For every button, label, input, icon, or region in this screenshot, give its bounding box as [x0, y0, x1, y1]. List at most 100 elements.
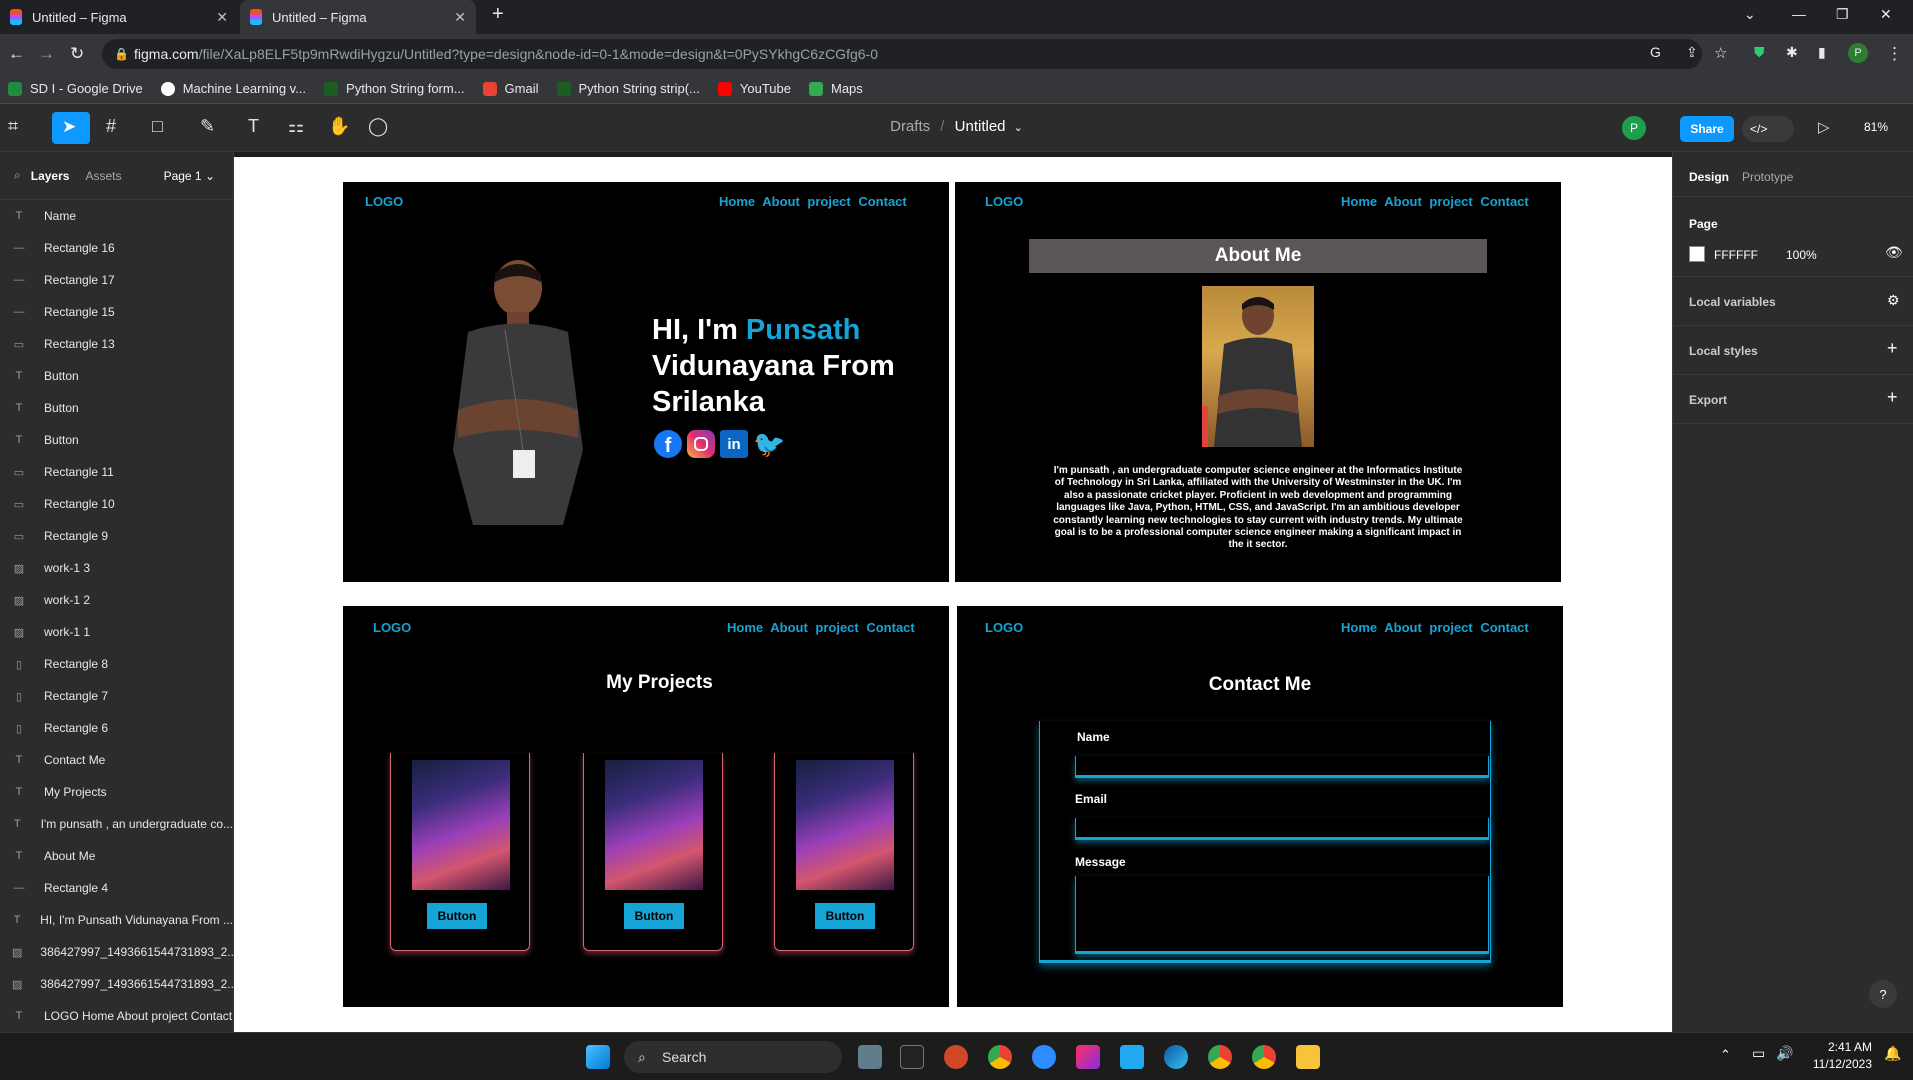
bookmark-item[interactable]: Gmail: [482, 81, 539, 96]
close-icon[interactable]: ✕: [454, 9, 466, 26]
minimize-icon[interactable]: —: [1792, 6, 1806, 22]
sidepanel-icon[interactable]: ▮: [1818, 44, 1826, 61]
help-button[interactable]: ?: [1869, 980, 1897, 1008]
breadcrumb-drafts[interactable]: Drafts: [890, 118, 930, 135]
user-avatar[interactable]: P: [1622, 116, 1646, 140]
layer-item[interactable]: ▭ Rectangle 9: [0, 520, 233, 552]
project-card[interactable]: Button: [774, 753, 914, 951]
layer-item[interactable]: T My Projects: [0, 776, 233, 808]
volume-icon[interactable]: 🔊: [1776, 1045, 1793, 1062]
share-button[interactable]: Share: [1680, 116, 1734, 142]
layer-item[interactable]: T Contact Me: [0, 744, 233, 776]
bookmark-item[interactable]: YouTube: [717, 81, 791, 96]
network-icon[interactable]: ▭: [1752, 1045, 1765, 1062]
chevron-up-icon[interactable]: ⌃: [1720, 1047, 1731, 1063]
taskbar-search[interactable]: ⌕ Search: [624, 1041, 842, 1073]
browser-tab-active[interactable]: Untitled – Figma ✕: [240, 0, 476, 34]
page-color-value[interactable]: FFFFFF: [1714, 248, 1758, 262]
chrome-profile-icon[interactable]: [1208, 1045, 1232, 1069]
tab-prototype[interactable]: Prototype: [1742, 170, 1793, 184]
close-window-icon[interactable]: ✕: [1880, 6, 1892, 23]
page-color-swatch[interactable]: [1689, 246, 1705, 262]
intellij-icon[interactable]: [1076, 1045, 1100, 1069]
contact-frame[interactable]: LOGO Home About project Contact Contact …: [957, 606, 1563, 1007]
layer-item[interactable]: T I'm punsath , an undergraduate co...: [0, 808, 233, 840]
layer-item[interactable]: ▨ work-1 2: [0, 584, 233, 616]
google-icon[interactable]: G: [1650, 44, 1661, 60]
chrome-icon[interactable]: [988, 1045, 1012, 1069]
layer-item[interactable]: ▯ Rectangle 7: [0, 680, 233, 712]
about-frame[interactable]: LOGO Home About project Contact About Me…: [955, 182, 1561, 582]
bookmark-item[interactable]: Maps: [808, 81, 863, 96]
profile-avatar[interactable]: P: [1848, 43, 1868, 63]
epic-games-icon[interactable]: [900, 1045, 924, 1069]
name-field[interactable]: [1075, 756, 1489, 778]
project-button[interactable]: Button: [427, 903, 487, 929]
share-page-icon[interactable]: ⇪: [1686, 44, 1698, 61]
facebook-icon[interactable]: f: [654, 430, 682, 458]
layer-item[interactable]: — Rectangle 15: [0, 296, 233, 328]
page-selector[interactable]: Page 1 ⌄: [164, 169, 215, 183]
file-name[interactable]: Untitled: [955, 118, 1006, 135]
message-field[interactable]: [1075, 876, 1489, 954]
layer-item[interactable]: — Rectangle 4: [0, 872, 233, 904]
bookmark-item[interactable]: SD I - Google Drive: [8, 81, 143, 96]
projects-frame[interactable]: LOGO Home About project Contact My Proje…: [343, 606, 949, 1007]
project-card[interactable]: Button: [583, 753, 723, 951]
vscode-icon[interactable]: [1120, 1045, 1144, 1069]
back-icon[interactable]: ←: [8, 44, 25, 64]
extensions-icon[interactable]: ✱: [1786, 44, 1798, 61]
layer-item[interactable]: ▭ Rectangle 11: [0, 456, 233, 488]
restore-icon[interactable]: ❐: [1836, 6, 1849, 23]
bookmark-item[interactable]: Python String strip(...: [556, 81, 700, 96]
zoom-icon[interactable]: [1032, 1045, 1056, 1069]
eye-icon[interactable]: 👁: [1885, 244, 1903, 261]
email-field[interactable]: [1075, 818, 1489, 840]
linkedin-icon[interactable]: in: [720, 430, 748, 458]
sliders-icon[interactable]: ⚙: [1887, 292, 1900, 309]
add-style-icon[interactable]: +: [1887, 338, 1898, 359]
layer-item[interactable]: T LOGO Home About project Contact: [0, 1000, 233, 1032]
reload-icon[interactable]: ↻: [70, 44, 84, 64]
tab-layers[interactable]: Layers: [31, 169, 70, 183]
layer-item[interactable]: ▭ Rectangle 10: [0, 488, 233, 520]
layer-item[interactable]: T HI, I'm Punsath Vidunayana From ...: [0, 904, 233, 936]
layer-item[interactable]: ▭ Rectangle 13: [0, 328, 233, 360]
new-tab-icon[interactable]: +: [492, 3, 504, 26]
layer-item[interactable]: T Name: [0, 200, 233, 232]
layer-item[interactable]: T Button: [0, 360, 233, 392]
layer-item[interactable]: T Button: [0, 424, 233, 456]
file-explorer-icon[interactable]: [1296, 1045, 1320, 1069]
page-opacity-value[interactable]: 100%: [1786, 248, 1817, 262]
browser-tab[interactable]: Untitled – Figma ✕: [0, 0, 238, 34]
menu-kebab-icon[interactable]: ⋮: [1886, 44, 1903, 64]
tab-design[interactable]: Design: [1689, 170, 1729, 184]
dev-mode-toggle[interactable]: </>: [1742, 116, 1794, 142]
extension-shield-icon[interactable]: ⛊: [1754, 44, 1765, 61]
task-view-icon[interactable]: [858, 1045, 882, 1069]
present-play-icon[interactable]: ▷: [1818, 118, 1830, 136]
layer-item[interactable]: ▯ Rectangle 6: [0, 712, 233, 744]
powerpoint-icon[interactable]: [944, 1045, 968, 1069]
edge-icon[interactable]: [1164, 1045, 1188, 1069]
project-button[interactable]: Button: [815, 903, 875, 929]
tab-search-icon[interactable]: ⌄: [1744, 6, 1756, 23]
layer-item[interactable]: ▨ 386427997_1493661544731893_2...: [0, 936, 233, 968]
tab-assets[interactable]: Assets: [85, 169, 121, 183]
clock[interactable]: 2:41 AM 11/12/2023: [1800, 1039, 1872, 1073]
zoom-level[interactable]: 81%: [1864, 120, 1888, 134]
project-card[interactable]: Button: [390, 753, 530, 951]
layer-item[interactable]: ▨ 386427997_1493661544731893_2...: [0, 968, 233, 1000]
bookmark-item[interactable]: Python String form...: [324, 81, 465, 96]
add-export-icon[interactable]: +: [1887, 387, 1898, 408]
close-icon[interactable]: ✕: [216, 9, 228, 26]
hero-frame[interactable]: LOGO Home About project Contact HI, I'm …: [343, 182, 949, 582]
instagram-icon[interactable]: [687, 430, 715, 458]
canvas[interactable]: LOGO Home About project Contact HI, I'm …: [234, 152, 1672, 1032]
project-button[interactable]: Button: [624, 903, 684, 929]
bookmark-item[interactable]: Machine Learning v...: [160, 81, 306, 96]
layer-item[interactable]: ▨ work-1 1: [0, 616, 233, 648]
forward-icon[interactable]: →: [38, 44, 55, 64]
windows-start-icon[interactable]: [586, 1045, 610, 1069]
layer-item[interactable]: — Rectangle 17: [0, 264, 233, 296]
